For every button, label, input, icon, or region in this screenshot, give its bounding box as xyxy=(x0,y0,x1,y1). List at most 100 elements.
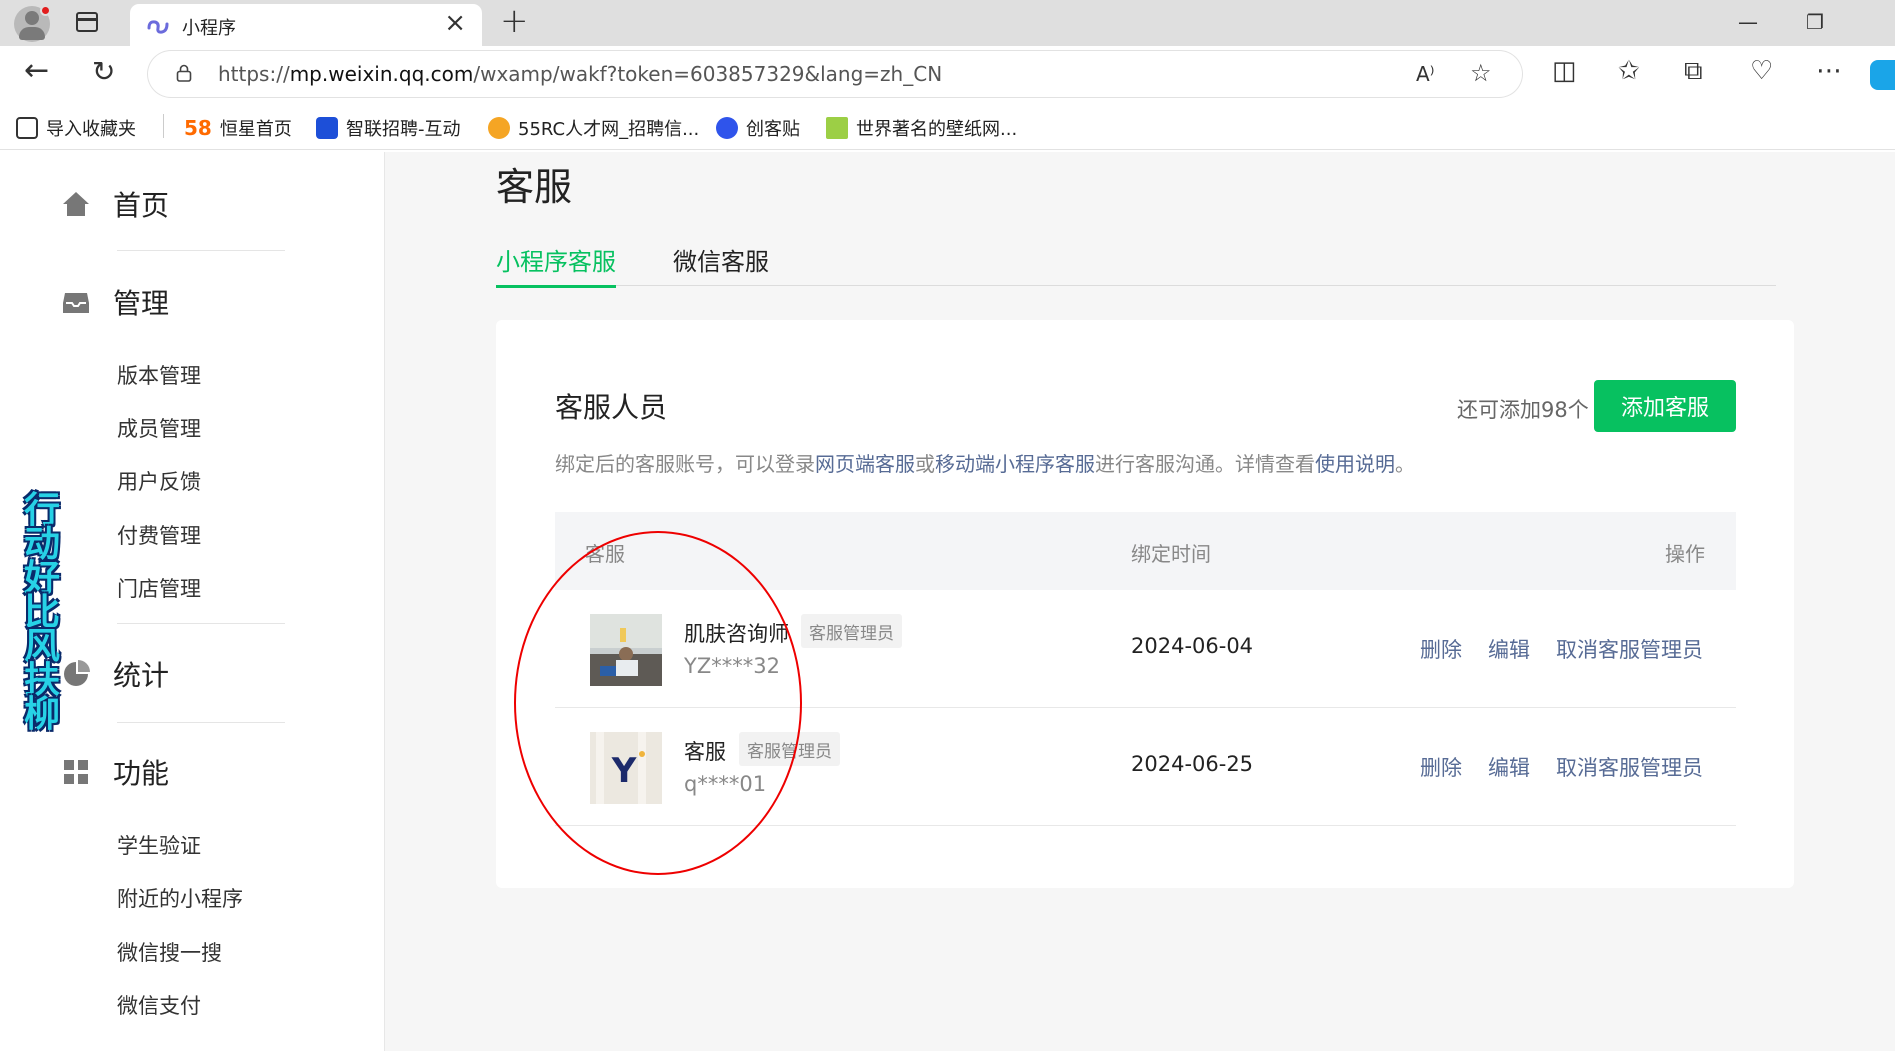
more-menu-icon[interactable]: ⋯ xyxy=(1816,58,1842,84)
url-prefix: https:// xyxy=(218,62,290,86)
sidebar-item-home[interactable]: 首页 xyxy=(61,184,169,224)
usage-guide-link[interactable]: 使用说明 xyxy=(1315,452,1395,476)
bookmark-label: 世界著名的壁纸网... xyxy=(856,119,1018,140)
bookmark-label: 恒星首页 xyxy=(219,119,292,140)
folder-import-icon xyxy=(16,117,38,139)
favorite-star-icon[interactable]: ☆ xyxy=(1470,59,1492,87)
sidebar-item-search[interactable]: 微信搜一搜 xyxy=(117,937,222,967)
sidebar-item-stats[interactable]: 统计 xyxy=(61,654,169,694)
url-host: mp.weixin.qq.com xyxy=(289,62,474,86)
read-aloud-icon[interactable]: A⁾ xyxy=(1416,62,1435,86)
main-content: 客服 小程序客服 微信客服 客服人员 还可添加98个 添加客服 绑定后的客服账号… xyxy=(385,152,1895,1051)
bookmark-label: 55RC人才网_招聘信... xyxy=(518,119,700,140)
table-row: Y 客服 客服管理员 q****01 2024-06-25 删除 编辑 取消客服… xyxy=(555,708,1736,826)
service-staff-card: 客服人员 还可添加98个 添加客服 绑定后的客服账号，可以登录网页端客服或移动端… xyxy=(496,320,1794,888)
page-title: 客服 xyxy=(496,165,573,209)
sidebar-item-payment[interactable]: 付费管理 xyxy=(117,520,201,550)
copilot-icon[interactable] xyxy=(1870,60,1895,90)
delete-link[interactable]: 删除 xyxy=(1420,634,1462,664)
favorites-icon[interactable]: ✩ xyxy=(1618,58,1640,84)
sidebar-divider xyxy=(117,623,285,624)
cancel-admin-link[interactable]: 取消客服管理员 xyxy=(1556,634,1703,664)
bookmark-item[interactable]: 55RC人才网_招聘信... xyxy=(488,115,699,141)
sidebar-item-features[interactable]: 功能 xyxy=(61,752,169,792)
mobile-service-link[interactable]: 移动端小程序客服 xyxy=(935,452,1095,476)
column-header-actions: 操作 xyxy=(1665,542,1705,566)
staff-account: YZ****32 xyxy=(684,654,780,678)
bookmark-separator xyxy=(163,114,164,138)
collections-icon[interactable]: ⧉ xyxy=(1684,58,1703,84)
url-path: /wxamp/wakf?token=603857329&lang=zh_CN xyxy=(473,62,943,86)
bookmark-label: 智联招聘-互动 xyxy=(346,119,461,140)
bookmark-item[interactable]: 58 恒星首页 xyxy=(184,115,292,141)
lock-icon[interactable] xyxy=(176,64,192,82)
bookmarks-bar: 导入收藏夹 58 恒星首页 智联招聘-互动 55RC人才网_招聘信... 创客贴… xyxy=(0,102,1895,150)
sidebar-item-student[interactable]: 学生验证 xyxy=(117,830,201,860)
bookmark-item[interactable]: 智联招聘-互动 xyxy=(316,115,461,141)
sidebar-divider xyxy=(117,722,285,723)
reload-icon[interactable]: ↻ xyxy=(92,58,115,86)
sidebar-manage-label: 管理 xyxy=(113,287,170,320)
sidebar-item-feedback[interactable]: 用户反馈 xyxy=(117,466,201,496)
staff-account: q****01 xyxy=(684,772,767,796)
split-screen-icon[interactable]: ◫ xyxy=(1552,58,1577,84)
sidebar-home-label: 首页 xyxy=(113,189,170,222)
admin-badge: 客服管理员 xyxy=(739,732,840,766)
sidebar-divider xyxy=(117,250,285,251)
address-bar[interactable]: https://mp.weixin.qq.com/wxamp/wakf?toke… xyxy=(148,51,1522,97)
chuangketie-icon xyxy=(716,117,738,139)
svg-text:Y: Y xyxy=(611,751,637,791)
bookmark-import[interactable]: 导入收藏夹 xyxy=(16,115,136,141)
admin-badge: 客服管理员 xyxy=(801,614,902,648)
browser-tab[interactable]: 小程序 × xyxy=(130,4,482,46)
edit-link[interactable]: 编辑 xyxy=(1488,634,1530,664)
table-row: 肌肤咨询师 客服管理员 YZ****32 2024-06-04 删除 编辑 取消… xyxy=(555,590,1736,708)
bookmark-item[interactable]: 世界著名的壁纸网... xyxy=(826,115,1017,141)
desc-text: 或 xyxy=(915,452,935,476)
column-header-bind-time: 绑定时间 xyxy=(1131,542,1211,566)
remaining-count: 还可添加98个 xyxy=(1457,398,1589,422)
sidebar-stats-label: 统计 xyxy=(113,659,170,692)
profile-avatar-icon[interactable] xyxy=(14,5,51,42)
restore-icon[interactable]: ❐ xyxy=(1806,10,1824,34)
add-service-button[interactable]: 添加客服 xyxy=(1594,380,1736,432)
inbox-icon xyxy=(63,293,89,313)
browser-essentials-icon[interactable]: ♡ xyxy=(1750,58,1773,84)
sidebar-item-members[interactable]: 成员管理 xyxy=(117,413,201,443)
sidebar-item-nearby[interactable]: 附近的小程序 xyxy=(117,883,243,913)
delete-link[interactable]: 删除 xyxy=(1420,752,1462,782)
minimize-icon[interactable]: — xyxy=(1738,10,1758,34)
desc-text: 。 xyxy=(1395,452,1415,476)
cancel-admin-link[interactable]: 取消客服管理员 xyxy=(1556,752,1703,782)
close-tab-icon[interactable]: × xyxy=(444,10,466,36)
tab-wechat-service[interactable]: 微信客服 xyxy=(673,242,769,285)
sidebar-item-stores[interactable]: 门店管理 xyxy=(117,573,201,603)
sidebar-features-label: 功能 xyxy=(113,757,170,790)
wallhaven-icon xyxy=(826,117,848,139)
bind-date: 2024-06-25 xyxy=(1131,752,1254,776)
tab-miniprogram-service[interactable]: 小程序客服 xyxy=(496,242,616,288)
table-header: 客服 绑定时间 操作 xyxy=(555,512,1736,590)
58-icon: 58 xyxy=(184,116,212,140)
tab-title: 小程序 xyxy=(182,18,236,39)
bookmark-label: 创客贴 xyxy=(746,119,800,140)
zhilian-icon xyxy=(316,117,338,139)
column-header-service: 客服 xyxy=(585,542,625,566)
watermark-text: 行动好比风扶柳 xyxy=(24,490,61,735)
sidebar-item-manage[interactable]: 管理 xyxy=(61,282,169,322)
edit-link[interactable]: 编辑 xyxy=(1488,752,1530,782)
web-service-link[interactable]: 网页端客服 xyxy=(815,452,915,476)
tab-actions-icon[interactable] xyxy=(76,12,98,32)
home-icon xyxy=(63,192,89,216)
bookmark-item[interactable]: 创客贴 xyxy=(716,115,800,141)
url-text[interactable]: https://mp.weixin.qq.com/wxamp/wakf?toke… xyxy=(218,62,942,86)
card-title: 客服人员 xyxy=(555,391,668,424)
bind-date: 2024-06-04 xyxy=(1131,634,1254,658)
back-icon[interactable]: ← xyxy=(24,56,49,86)
55rc-icon xyxy=(488,117,510,139)
new-tab-icon[interactable]: + xyxy=(500,4,529,38)
miniprogram-logo-icon xyxy=(147,20,169,34)
sidebar-item-version[interactable]: 版本管理 xyxy=(117,360,201,390)
desc-text: 绑定后的客服账号，可以登录 xyxy=(555,452,815,476)
sidebar-item-wxpay[interactable]: 微信支付 xyxy=(117,990,201,1020)
